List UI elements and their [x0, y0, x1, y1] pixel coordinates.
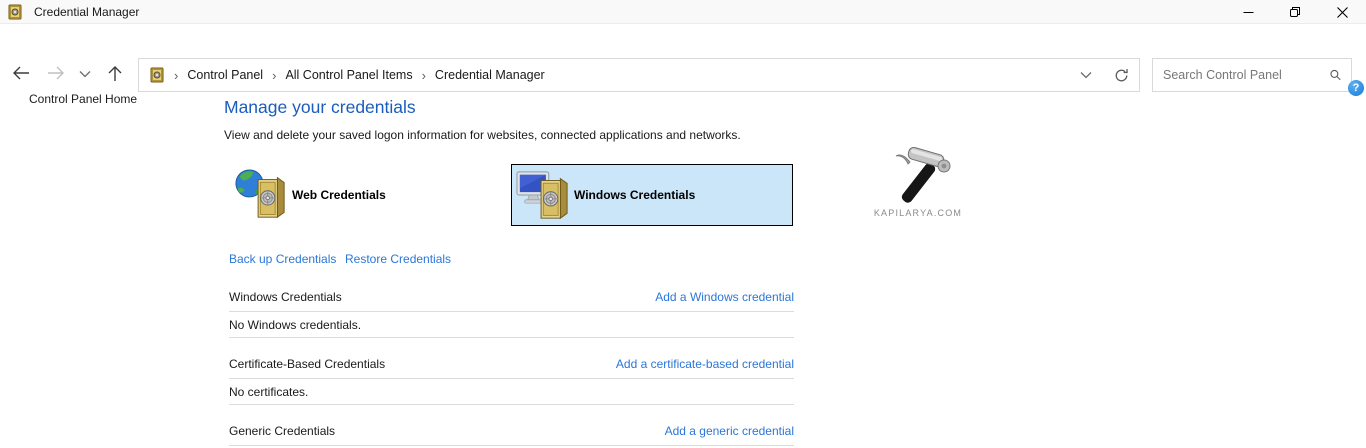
windows-credentials-button[interactable]: Windows Credentials [511, 164, 793, 226]
chevron-down-icon [1080, 71, 1092, 79]
divider [229, 445, 794, 446]
breadcrumb-separator: › [263, 68, 285, 83]
section-label: Windows Credentials [229, 290, 342, 304]
breadcrumb-item-credential-manager[interactable]: Credential Manager [435, 68, 545, 82]
add-generic-credential-link[interactable]: Add a generic credential [665, 424, 794, 438]
monitor-safe-icon [516, 167, 570, 223]
address-dropdown-button[interactable] [1080, 71, 1092, 79]
windows-credentials-label: Windows Credentials [574, 188, 695, 202]
help-button[interactable]: ? [1348, 80, 1364, 96]
web-credentials-label: Web Credentials [292, 188, 386, 202]
window-titlebar: Credential Manager [0, 0, 1366, 24]
globe-safe-icon [234, 167, 288, 223]
hammer-icon [880, 146, 956, 206]
question-icon: ? [1353, 82, 1360, 94]
minimize-button[interactable] [1225, 0, 1271, 24]
page-description: View and delete your saved logon informa… [224, 128, 741, 142]
minimize-icon [1243, 7, 1254, 18]
divider [229, 337, 794, 338]
add-certificate-based-credential-link[interactable]: Add a certificate-based credential [616, 357, 794, 371]
window-title: Credential Manager [34, 5, 139, 19]
close-button[interactable] [1319, 0, 1365, 24]
up-button[interactable] [107, 65, 123, 82]
section-label: Generic Credentials [229, 424, 335, 438]
backup-credentials-link[interactable]: Back up Credentials [229, 252, 336, 266]
breadcrumb-separator: › [165, 68, 187, 83]
navigation-bar: › Control Panel › All Control Panel Item… [0, 25, 1366, 74]
credential-manager-app-icon [7, 4, 23, 20]
sidebar-item-control-panel-home[interactable]: Control Panel Home [29, 92, 137, 106]
breadcrumb-item-all-control-panel-items[interactable]: All Control Panel Items [285, 68, 412, 82]
restore-icon [1289, 6, 1301, 18]
search-box [1152, 58, 1352, 92]
section-windows-credentials: Windows Credentials Add a Windows creden… [229, 290, 794, 338]
divider [229, 378, 794, 379]
divider [229, 404, 794, 405]
divider [229, 311, 794, 312]
search-input[interactable] [1153, 60, 1330, 90]
back-button[interactable] [12, 65, 30, 81]
breadcrumb-safe-icon [149, 67, 165, 83]
refresh-icon [1114, 68, 1129, 83]
page-title: Manage your credentials [224, 97, 416, 118]
empty-state-text: No Windows credentials. [229, 318, 794, 332]
forward-button[interactable] [47, 65, 65, 81]
restore-credentials-link[interactable]: Restore Credentials [345, 252, 451, 266]
chevron-down-icon [79, 70, 91, 78]
add-windows-credential-link[interactable]: Add a Windows credential [655, 290, 794, 304]
address-bar[interactable]: › Control Panel › All Control Panel Item… [138, 58, 1140, 92]
restore-button[interactable] [1272, 0, 1318, 24]
up-arrow-icon [107, 65, 123, 82]
refresh-button[interactable] [1114, 68, 1129, 83]
recent-pages-dropdown-button[interactable] [79, 70, 91, 78]
section-generic-credentials: Generic Credentials Add a generic creden… [229, 424, 794, 446]
breadcrumb-item-control-panel[interactable]: Control Panel [187, 68, 263, 82]
watermark-text: KAPILARYA.COM [848, 208, 988, 218]
breadcrumb-separator: › [413, 68, 435, 83]
back-arrow-icon [12, 65, 30, 81]
web-credentials-button[interactable]: Web Credentials [229, 164, 511, 226]
watermark-logo: KAPILARYA.COM [848, 146, 988, 218]
forward-arrow-icon [47, 65, 65, 81]
search-icon[interactable] [1330, 68, 1341, 82]
empty-state-text: No certificates. [229, 385, 794, 399]
section-certificate-based-credentials: Certificate-Based Credentials Add a cert… [229, 357, 794, 405]
close-icon [1337, 7, 1348, 18]
section-label: Certificate-Based Credentials [229, 357, 385, 371]
